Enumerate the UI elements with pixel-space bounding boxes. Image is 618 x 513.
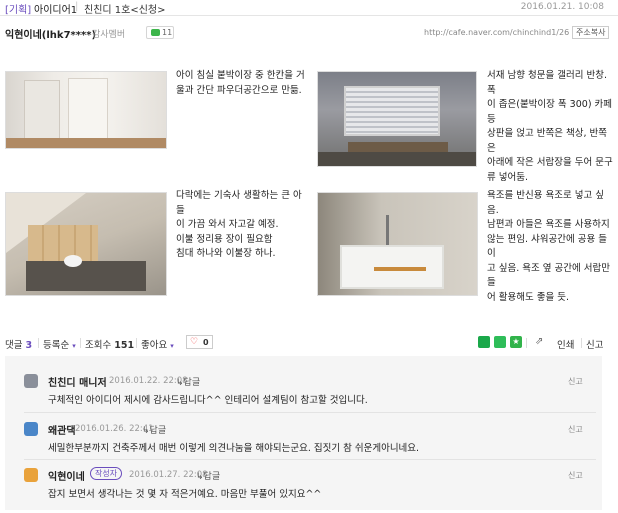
copy-url-button[interactable]: 주소복사 [572, 26, 610, 39]
view-count: 조회수 151 [85, 340, 135, 351]
closet-door [68, 78, 108, 144]
reply-arrow-icon: ↳ [196, 472, 204, 482]
comment-list: 친친디 매니저 2016.01.22. 22:08 ↳답글 신고 구체적인 아이… [5, 356, 602, 510]
sort-dropdown[interactable]: 등록순 ▾ [43, 337, 76, 351]
post-url[interactable]: http://cafe.naver.com/chinchind1/26 [424, 28, 569, 37]
comment-author[interactable]: 익현이네 [48, 468, 85, 483]
writer-badge: 작성자 [90, 467, 123, 480]
shower-tap [386, 215, 389, 245]
reply-button[interactable]: ↳답글 [176, 375, 200, 388]
window-shutter [344, 86, 440, 136]
photo-caption: 욕조를 반신용 욕조로 넣고 싶음. 남편과 아들은 욕조를 사용하지 않는 편… [487, 190, 610, 303]
post-date: 2016.01.21. 10:08 [520, 2, 604, 12]
chat-bubble-icon [151, 29, 160, 36]
author-bar: 익현이네(lhk7****) 감사멤버 11 http://cafe.naver… [0, 25, 618, 43]
photo-caption: 서재 남향 청문을 갤러리 반창. 폭 이 좁은(붙박이장 폭 300) 카페등… [487, 70, 613, 183]
comment-report-button[interactable]: 신고 [568, 376, 583, 387]
divider [136, 338, 137, 348]
closet-door [24, 80, 60, 142]
divider [526, 338, 527, 348]
comment-text: 세밀한부분까지 건축주께서 매번 이렇게 의견나눔을 해야되는군요. 집짓기 참… [48, 443, 420, 454]
floor [6, 138, 166, 148]
study-window-photo[interactable] [317, 71, 477, 167]
bathtub-photo[interactable] [317, 192, 478, 296]
naver-cafe-share-icon[interactable] [494, 336, 506, 348]
comment-author[interactable]: 친친디 매니저 [48, 374, 107, 389]
like-button[interactable]: ♡ 0 [186, 335, 213, 349]
heart-icon: ♡ [190, 337, 199, 347]
attic-room-photo[interactable] [5, 192, 167, 296]
member-grade: 감사멤버 [92, 30, 126, 40]
photo-caption: 아이 침실 붙박이장 중 한칸을 거 울과 간단 파우더공간으로 만듦. [176, 70, 305, 96]
divider [80, 338, 81, 348]
naver-blog-share-icon[interactable] [478, 336, 490, 348]
share-icon[interactable]: ⇗ [535, 336, 543, 347]
divider [581, 338, 582, 348]
photo-caption: 다락에는 기숙사 생활하는 큰 아들 이 가끔 와서 자고갈 예정. 이불 정리… [176, 190, 302, 259]
reply-arrow-icon: ↳ [142, 426, 150, 436]
comment-report-button[interactable]: 신고 [568, 424, 583, 435]
dropdown-arrow-icon: ▾ [170, 342, 174, 350]
comment-divider [24, 412, 596, 413]
comment-divider [24, 459, 596, 460]
post-header: [기획] 아이디어1 | 친친디 1호<신청> 2016.01.21. 10:0… [0, 0, 618, 16]
post-stats-bar: 댓글 3 등록순 ▾ 조회수 151 좋아요 ▾ ♡ 0 ★ ⇗ 인쇄 신고 [0, 333, 618, 351]
avatar[interactable] [24, 468, 38, 482]
reply-button[interactable]: ↳답글 [196, 469, 220, 482]
like-count: 0 [203, 338, 209, 347]
print-button[interactable]: 인쇄 [557, 337, 574, 351]
divider [38, 338, 39, 348]
comment-author[interactable]: 왜관댁 [48, 422, 76, 437]
post-category: [기획] [5, 5, 32, 16]
reply-button[interactable]: ↳답글 [142, 423, 166, 436]
bedroom-closet-photo[interactable] [5, 71, 167, 149]
comment-report-button[interactable]: 신고 [568, 470, 583, 481]
dropdown-arrow-icon: ▾ [72, 342, 76, 350]
post-title: 아이디어1 [34, 5, 78, 16]
avatar[interactable] [24, 422, 38, 436]
window-bench [348, 142, 448, 152]
reply-arrow-icon: ↳ [176, 378, 184, 388]
bookmark-star-icon[interactable]: ★ [510, 336, 522, 348]
chat-count: 11 [162, 28, 173, 37]
board-link[interactable]: 친친디 1호<신청> [84, 1, 166, 16]
like-list-dropdown[interactable]: 좋아요 ▾ [141, 337, 174, 351]
author-nickname[interactable]: 익현이네(lhk7****) [5, 26, 96, 41]
chat-button[interactable]: 11 [146, 26, 174, 39]
avatar[interactable] [24, 374, 38, 388]
attic-chair [64, 255, 82, 267]
floor [318, 152, 476, 166]
report-button[interactable]: 신고 [586, 337, 603, 351]
comment-text: 잡지 보면서 생각나는 것 몇 자 적은거예요. 마음만 부풀어 있지요^^ [48, 489, 322, 500]
title-separator: | [75, 1, 79, 12]
comment-count-toggle[interactable]: 댓글 3 [5, 337, 32, 351]
bath-board [374, 267, 426, 271]
attic-shelf [28, 225, 98, 261]
comment-text: 구체적인 아이디어 제시에 감사드립니다^^ 인테리어 설계팀이 참고할 것입니… [48, 395, 368, 406]
attic-rug [26, 261, 146, 291]
